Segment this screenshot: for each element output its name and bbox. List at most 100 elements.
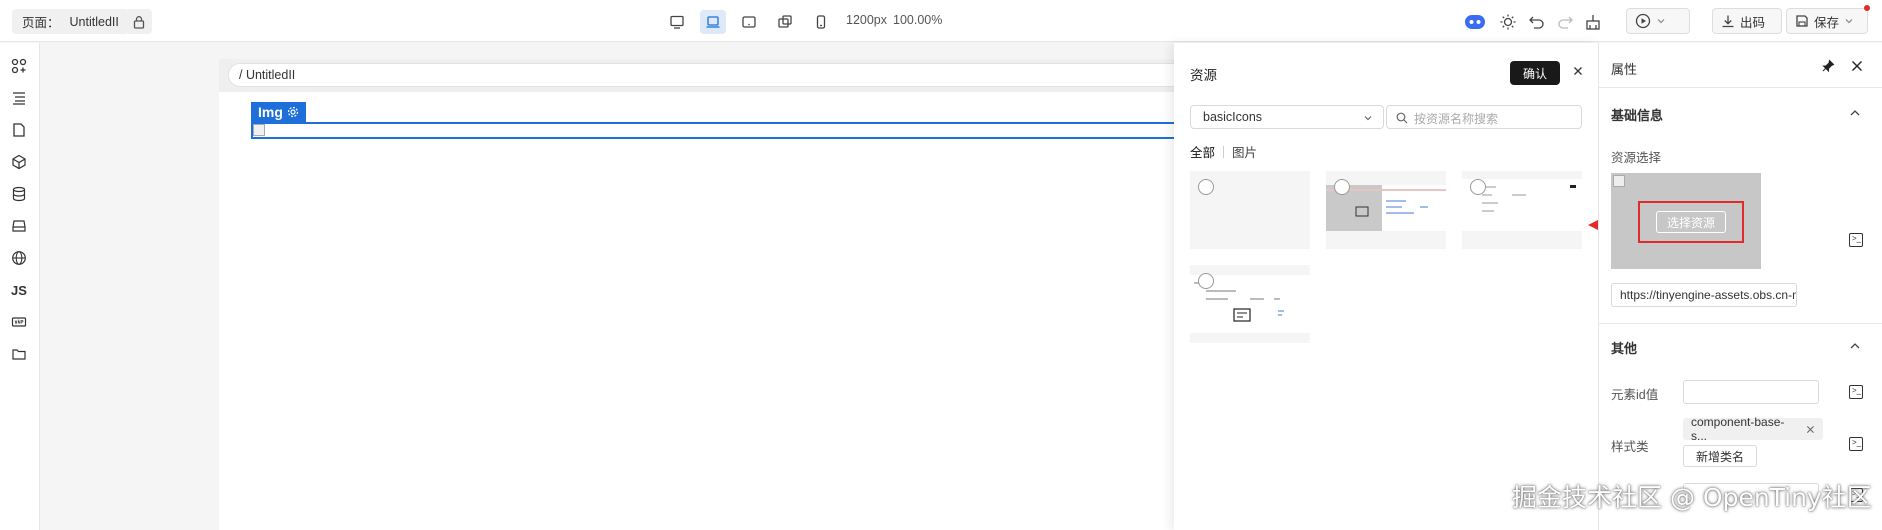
tab-all[interactable]: 全部 [1190, 142, 1215, 161]
chevron-down-icon [1657, 19, 1665, 24]
laptop-icon [706, 16, 720, 28]
left-sidebar: JS [0, 43, 40, 530]
canvas-zoom[interactable]: 100.00% [893, 13, 942, 27]
class-tag-text: component-base-s... [1691, 415, 1785, 443]
sidebar-item-materials[interactable] [8, 55, 30, 77]
lock-icon [133, 15, 145, 29]
divider [1599, 87, 1882, 88]
redo-button[interactable] [1553, 10, 1577, 34]
selected-component-name: Img [258, 104, 283, 120]
src-url-input[interactable]: https://tinyengine-assets.obs.cn-north [1611, 283, 1797, 307]
close-icon[interactable] [1851, 60, 1863, 72]
sidebar-item-i18n[interactable] [8, 247, 30, 269]
save-button[interactable]: 保存 [1786, 8, 1868, 34]
sidebar-item-pages[interactable] [8, 119, 30, 141]
tablet-icon [742, 16, 756, 28]
sidebar-item-outline[interactable] [8, 87, 30, 109]
desktop-button[interactable] [700, 10, 726, 34]
components-icon [11, 58, 27, 74]
resource-radio[interactable] [1198, 179, 1214, 195]
folder-icon [12, 349, 26, 360]
redo-icon [1558, 16, 1573, 29]
rotate-device-icon [778, 15, 792, 28]
phone-icon [816, 15, 826, 29]
play-circle-icon [1635, 13, 1651, 29]
page-icon [13, 123, 25, 137]
resource-radio[interactable] [1198, 273, 1214, 289]
chevron-down-icon [1364, 116, 1372, 121]
canvas-width[interactable]: 1200px [846, 13, 887, 27]
resource-thumbnail[interactable] [1190, 265, 1310, 343]
resource-thumbnail[interactable] [1326, 171, 1446, 249]
sidebar-item-blocks[interactable] [8, 151, 30, 173]
watermark: 掘金技术社区 @ OpenTiny社区 [1512, 483, 1872, 512]
breadcrumb[interactable]: / UntitledII [228, 63, 1188, 87]
section-basic-info[interactable]: 基础信息 [1611, 105, 1663, 124]
highlight-box [1638, 201, 1744, 243]
resource-thumbnail[interactable] [1462, 171, 1582, 249]
export-label: 出码 [1740, 15, 1766, 30]
page-name: UntitledII [69, 14, 119, 29]
resource-select-label: 资源选择 [1611, 151, 1662, 165]
element-id-label: 元素id值 [1611, 388, 1659, 402]
globe-icon [12, 251, 26, 265]
ai-assistant-button[interactable] [1463, 10, 1487, 34]
sidebar-item-js[interactable]: JS [8, 279, 30, 301]
storage-icon [12, 220, 26, 232]
broken-image-icon [1613, 175, 1625, 187]
clear-button[interactable] [1581, 10, 1605, 34]
bind-variable-icon[interactable]: >_ [1849, 233, 1863, 247]
resource-radio[interactable] [1334, 179, 1350, 195]
desktop-wide-button[interactable] [664, 10, 690, 34]
element-id-input[interactable] [1683, 380, 1819, 404]
notification-dot [1864, 5, 1870, 11]
tab-divider [1223, 145, 1225, 158]
download-icon [1722, 15, 1734, 28]
cube-icon [12, 154, 26, 170]
top-toolbar: 页面： UntitledII 1200px 100.00% 出码 保存 [0, 0, 1882, 42]
properties-panel: 属性 基础信息 资源选择 选择资源 >_ https://tinyengine-… [1598, 43, 1882, 530]
divider [1599, 323, 1882, 324]
sidebar-item-datasource[interactable] [8, 183, 30, 205]
resource-radio[interactable] [1470, 179, 1486, 195]
save-icon [1796, 15, 1808, 27]
tablet-portrait-button[interactable] [772, 10, 798, 34]
pin-icon[interactable] [1821, 59, 1835, 73]
search-placeholder: 按资源名称搜索 [1414, 112, 1499, 126]
broken-image-placeholder[interactable] [253, 124, 265, 136]
close-icon [1574, 67, 1582, 75]
chevron-up-icon[interactable] [1849, 107, 1861, 119]
sidebar-item-resources[interactable] [8, 343, 30, 365]
tab-images[interactable]: 图片 [1232, 142, 1257, 161]
bind-variable-icon[interactable]: >_ [1849, 385, 1863, 399]
bind-variable-icon[interactable]: >_ [1849, 437, 1863, 451]
add-class-button[interactable]: 新增类名 [1683, 445, 1757, 467]
class-tag[interactable]: component-base-s... [1683, 415, 1823, 443]
resource-group-value: basicIcons [1203, 110, 1263, 124]
selected-component-tag[interactable]: Img [251, 102, 306, 122]
resource-search-input[interactable]: 按资源名称搜索 [1386, 105, 1582, 129]
sidebar-item-variables[interactable] [8, 311, 30, 333]
database-icon [12, 186, 26, 202]
close-resource-panel-button[interactable] [1570, 63, 1586, 79]
resource-thumbnail[interactable] [1190, 171, 1310, 249]
category-tabs: 全部 图片 [1190, 142, 1257, 161]
theme-toggle[interactable] [1496, 10, 1520, 34]
section-other[interactable]: 其他 [1611, 338, 1637, 357]
outline-tree-icon [13, 92, 25, 105]
gear-icon[interactable] [287, 106, 299, 118]
resource-group-select[interactable]: basicIcons [1190, 105, 1384, 129]
undo-button[interactable] [1525, 10, 1549, 34]
close-icon[interactable] [1806, 425, 1815, 434]
robot-icon [1465, 15, 1485, 29]
lock-button[interactable] [126, 9, 152, 34]
preview-button[interactable] [1626, 8, 1690, 34]
export-code-button[interactable]: 出码 [1712, 8, 1782, 34]
sidebar-item-bridge[interactable] [8, 215, 30, 237]
confirm-button[interactable]: 确认 [1510, 61, 1560, 85]
mobile-button[interactable] [808, 10, 834, 34]
tablet-landscape-button[interactable] [736, 10, 762, 34]
chevron-up-icon[interactable] [1849, 340, 1861, 352]
page-selector[interactable]: 页面： UntitledII [12, 9, 129, 34]
save-label: 保存 [1814, 15, 1840, 30]
